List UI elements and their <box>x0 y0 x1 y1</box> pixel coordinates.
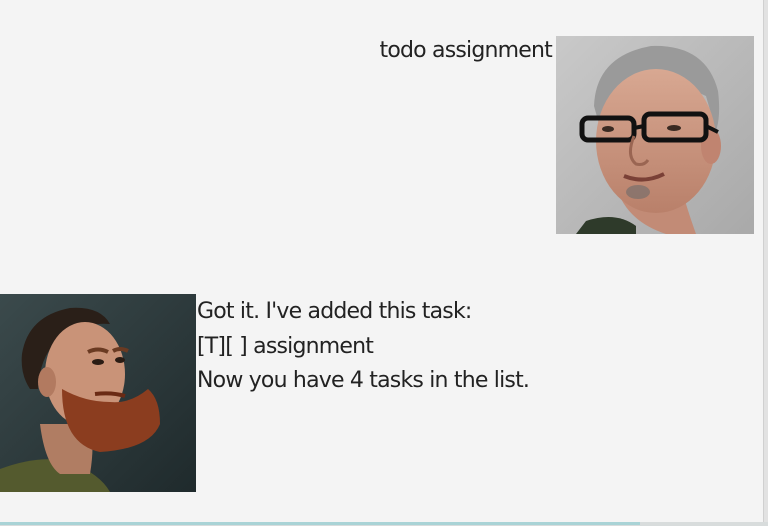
vertical-scrollbar[interactable] <box>763 0 768 522</box>
bot-message-line: Got it. I've added this task: <box>197 299 472 324</box>
bot-message-line: Now you have 4 tasks in the list. <box>197 368 530 393</box>
user-message-text: todo assignment <box>379 38 553 63</box>
bot-avatar <box>0 294 198 492</box>
bot-message-line: [T][ ] assignment <box>197 333 374 359</box>
scroll-highlight <box>0 522 640 525</box>
horizontal-scrollbar[interactable] <box>0 522 768 526</box>
bot-message: Got it. I've added this task: [T][ ] ass… <box>197 295 530 399</box>
user-avatar <box>556 36 754 234</box>
dialog-container[interactable]: todo assignment Got it. I've added this … <box>0 0 764 522</box>
